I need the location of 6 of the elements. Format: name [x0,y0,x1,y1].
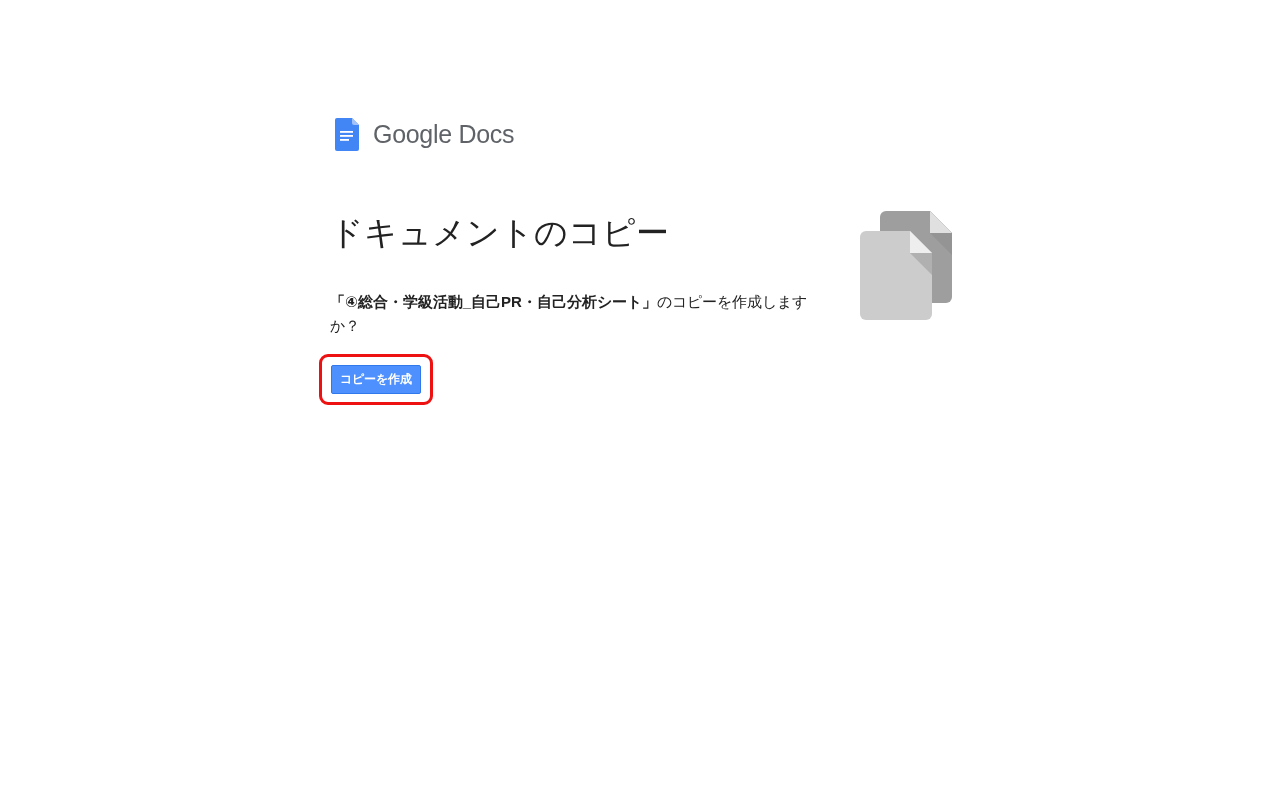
page-title: ドキュメントのコピー [330,213,669,253]
make-copy-button[interactable]: コピーを作成 [331,365,421,394]
logo-text: Google Docs [373,120,515,149]
documents-icon [860,211,952,320]
copy-message: 「④総合・学級活動_自己PR・自己分析シート」のコピーを作成しますか？ [330,292,808,336]
document-icon [335,118,359,151]
